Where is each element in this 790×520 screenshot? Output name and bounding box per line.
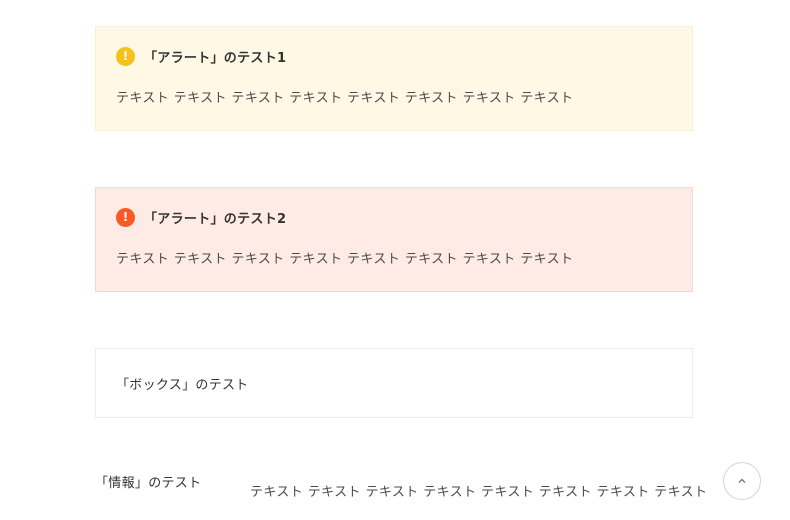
alert-box-1: ! 「アラート」のテスト1 テキスト テキスト テキスト テキスト テキスト テ… (95, 26, 693, 131)
alert-title: 「アラート」のテスト1 (144, 51, 287, 66)
alert-box-2: ! 「アラート」のテスト2 テキスト テキスト テキスト テキスト テキスト テ… (95, 187, 693, 292)
info-title: 「情報」のテスト (95, 476, 202, 491)
box-title: 「ボックス」のテスト (116, 378, 249, 393)
chevron-up-icon (738, 478, 746, 483)
scroll-to-top-button[interactable] (723, 462, 761, 500)
exclamation-icon: ! (116, 208, 135, 227)
alert-header: ! 「アラート」のテスト2 (116, 208, 286, 227)
alert-header: ! 「アラート」のテスト1 (116, 47, 286, 66)
alert-body: テキスト テキスト テキスト テキスト テキスト テキスト テキスト テキスト (116, 252, 574, 267)
alert-body: テキスト テキスト テキスト テキスト テキスト テキスト テキスト テキスト (116, 91, 574, 106)
info-text: テキスト テキスト テキスト テキスト テキスト テキスト テキスト テキスト (250, 485, 708, 500)
page: ! 「アラート」のテスト1 テキスト テキスト テキスト テキスト テキスト テ… (0, 0, 790, 520)
alert-title: 「アラート」のテスト2 (144, 212, 287, 227)
exclamation-icon: ! (116, 47, 135, 66)
box-block: 「ボックス」のテスト (95, 348, 693, 418)
